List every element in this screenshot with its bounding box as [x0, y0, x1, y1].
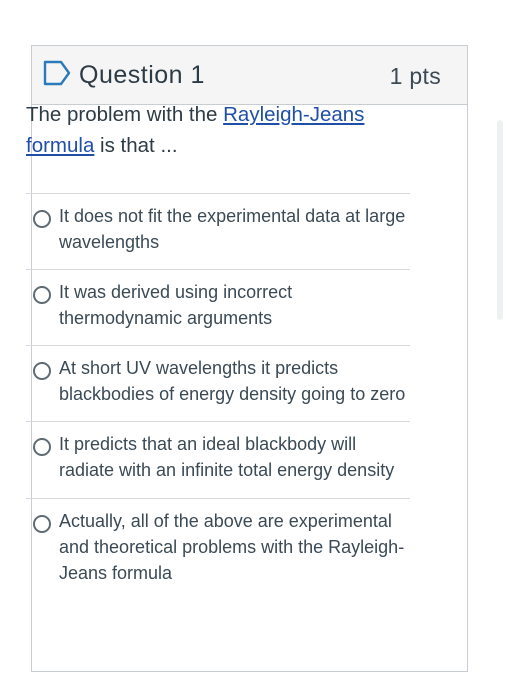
- quiz-page: Question 1 1 pts The problem with the Ra…: [0, 0, 507, 700]
- answer-list: It does not fit the experimental data at…: [26, 193, 410, 598]
- page-scrollbar[interactable]: [497, 120, 503, 320]
- answer-label[interactable]: It was derived using incorrect thermodyn…: [59, 279, 410, 331]
- question-points: 1 pts: [389, 63, 441, 89]
- radio-button[interactable]: [33, 210, 51, 228]
- flag-question-icon[interactable]: [43, 60, 71, 86]
- answer-label[interactable]: It predicts that an ideal blackbody will…: [59, 431, 410, 483]
- question-header: Question 1 1 pts: [32, 46, 467, 105]
- answer-label[interactable]: At short UV wavelengths it predicts blac…: [59, 355, 410, 407]
- question-title: Question 1: [79, 61, 205, 89]
- answer-label[interactable]: Actually, all of the above are experimen…: [59, 508, 410, 586]
- radio-button[interactable]: [33, 286, 51, 304]
- answer-label[interactable]: It does not fit the experimental data at…: [59, 203, 410, 255]
- answer-option[interactable]: It was derived using incorrect thermodyn…: [26, 269, 410, 345]
- question-text-after: is that ...: [94, 134, 178, 157]
- radio-button[interactable]: [33, 515, 51, 533]
- answer-option[interactable]: It does not fit the experimental data at…: [26, 193, 410, 269]
- answer-option[interactable]: Actually, all of the above are experimen…: [26, 498, 410, 598]
- answer-option[interactable]: At short UV wavelengths it predicts blac…: [26, 345, 410, 421]
- question-text: The problem with the Rayleigh-Jeans form…: [26, 99, 416, 161]
- question-text-before: The problem with the: [26, 103, 224, 126]
- radio-button[interactable]: [33, 438, 51, 456]
- radio-button[interactable]: [33, 362, 51, 380]
- answer-option[interactable]: It predicts that an ideal blackbody will…: [26, 421, 410, 498]
